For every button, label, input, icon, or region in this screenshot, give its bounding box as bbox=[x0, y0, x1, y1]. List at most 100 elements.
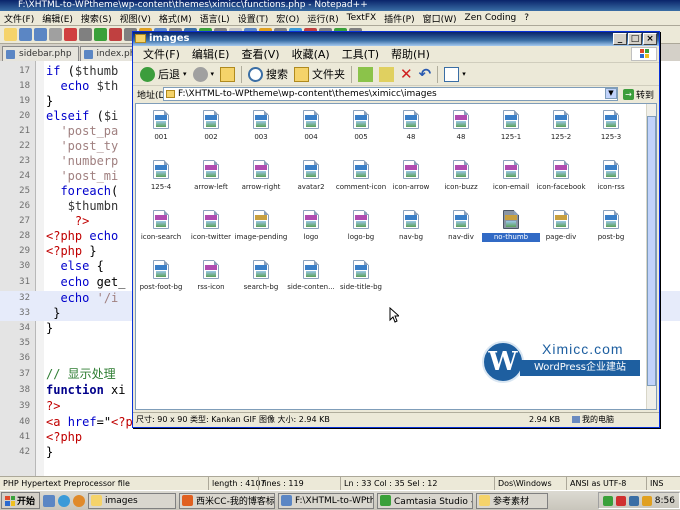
thumbnail-picture bbox=[406, 171, 416, 177]
minimize-button[interactable]: _ bbox=[613, 33, 627, 45]
notepad-menu-item[interactable]: 视图(V) bbox=[116, 12, 155, 25]
taskbar-task-button[interactable]: images bbox=[88, 492, 177, 509]
start-button[interactable]: 开始 bbox=[1, 492, 41, 509]
explorer-menu-item[interactable]: 查看(V) bbox=[235, 46, 285, 62]
notepad-menu-item[interactable]: 运行(R) bbox=[303, 12, 342, 25]
toolbar-button-icon[interactable] bbox=[64, 28, 77, 41]
scrollbar-thumb[interactable] bbox=[647, 116, 656, 386]
thumbnail-picture bbox=[456, 121, 466, 127]
taskbar-task-button[interactable]: Camtasia Studio - 无... bbox=[377, 492, 474, 509]
thumbnail-picture bbox=[606, 121, 616, 127]
move-to-icon bbox=[358, 66, 374, 82]
task-app-icon bbox=[380, 495, 392, 506]
notepad-menu-item[interactable]: TextFX bbox=[343, 13, 381, 23]
thumbnail-picture bbox=[606, 221, 616, 227]
toolbar-button-icon[interactable] bbox=[49, 28, 62, 41]
notepad-menu-item[interactable]: 语言(L) bbox=[196, 12, 234, 25]
move-to-button[interactable] bbox=[355, 64, 376, 84]
go-label: 转到 bbox=[636, 90, 655, 101]
folder-icon bbox=[135, 34, 146, 43]
code-line[interactable]: 42} bbox=[0, 445, 680, 460]
explorer-menu-item[interactable]: 文件(F) bbox=[137, 46, 186, 62]
taskbar-task-button[interactable]: F:\XHTML-to-WPthem... bbox=[278, 492, 375, 509]
file-name: icon-rss bbox=[597, 183, 625, 191]
file-type-badge bbox=[255, 265, 267, 270]
file-item[interactable]: 125-3 bbox=[582, 108, 640, 154]
address-dropdown-button[interactable]: ▼ bbox=[605, 88, 617, 99]
chevron-down-icon[interactable]: ▾ bbox=[183, 70, 187, 78]
notepad-menu-item[interactable]: 宏(O) bbox=[272, 12, 303, 25]
chevron-down-icon[interactable]: ▾ bbox=[211, 70, 215, 78]
notepad-title-bar[interactable]: F:\XHTML-to-WPtheme\wp-content\themes\xi… bbox=[0, 0, 680, 11]
vertical-scrollbar[interactable] bbox=[646, 104, 656, 409]
explorer-menu-item[interactable]: 帮助(H) bbox=[385, 46, 436, 62]
forward-button[interactable]: ▾ bbox=[190, 64, 218, 84]
go-button[interactable]: → 转到 bbox=[623, 87, 654, 101]
notepad-menu-item[interactable]: 搜索(S) bbox=[77, 12, 116, 25]
maximize-button[interactable]: □ bbox=[628, 33, 642, 45]
notepad-menu-item[interactable]: 插件(P) bbox=[380, 12, 418, 25]
toolbar-button-icon[interactable] bbox=[79, 28, 92, 41]
folders-button[interactable]: 文件夹 bbox=[291, 64, 348, 84]
desktop-screen: F:\XHTML-to-WPtheme\wp-content\themes\xi… bbox=[0, 0, 680, 510]
toolbar-button-icon[interactable] bbox=[109, 28, 122, 41]
undo-button[interactable]: ↶ bbox=[416, 64, 435, 84]
undo-icon: ↶ bbox=[418, 64, 432, 83]
line-number: 29 bbox=[19, 246, 30, 256]
toolbar-button-icon[interactable] bbox=[4, 28, 17, 41]
quick-launch-firefox-icon[interactable] bbox=[73, 494, 86, 507]
file-name: post-bg bbox=[597, 233, 625, 241]
explorer-title-bar[interactable]: images _ □ × bbox=[133, 32, 659, 46]
image-file-icon bbox=[303, 210, 319, 229]
notepad-menu-item[interactable]: 格式(M) bbox=[155, 12, 196, 25]
file-item[interactable]: post-bg bbox=[582, 208, 640, 254]
delete-button[interactable]: ✕ bbox=[397, 64, 416, 84]
tray-volume-icon[interactable] bbox=[628, 495, 639, 506]
taskbar-task-button[interactable]: 西米CC-我的博客标... bbox=[179, 492, 276, 509]
quick-launch-desktop-icon[interactable] bbox=[43, 494, 56, 507]
close-button[interactable]: × bbox=[643, 33, 657, 45]
quick-launch-ie-icon[interactable] bbox=[58, 494, 71, 507]
thumbnail-picture bbox=[156, 171, 166, 177]
address-input[interactable]: F:\XHTML-to-WPtheme\wp-content\themes\xi… bbox=[163, 87, 618, 101]
tray-antivirus-icon[interactable] bbox=[615, 495, 626, 506]
notepad-menu-item[interactable]: 窗口(W) bbox=[419, 12, 461, 25]
file-item[interactable]: icon-rss bbox=[582, 158, 640, 204]
explorer-menu-item[interactable]: 编辑(E) bbox=[186, 46, 236, 62]
file-type-badge bbox=[605, 215, 617, 220]
toolbar-button-icon[interactable] bbox=[34, 28, 47, 41]
code-text: // 显示处理 bbox=[46, 367, 116, 381]
image-file-icon bbox=[153, 210, 169, 229]
thumbnail-picture bbox=[256, 271, 266, 277]
code-text: ?> bbox=[74, 214, 90, 228]
line-number: 20 bbox=[19, 111, 30, 121]
notepad-menu-item[interactable]: 编辑(E) bbox=[38, 12, 77, 25]
copy-to-button[interactable] bbox=[376, 64, 397, 84]
file-type-badge bbox=[605, 165, 617, 170]
back-button[interactable]: 后退 ▾ bbox=[137, 64, 190, 84]
notepad-menu-item[interactable]: 设置(T) bbox=[234, 12, 273, 25]
thumbnail-picture bbox=[306, 171, 316, 177]
file-type-badge bbox=[155, 115, 167, 120]
tray-ime-icon[interactable] bbox=[641, 495, 652, 506]
notepad-menu-item[interactable]: 文件(F) bbox=[0, 12, 38, 25]
up-folder-button[interactable] bbox=[217, 64, 238, 84]
file-tab[interactable]: sidebar.php bbox=[2, 46, 79, 61]
chevron-down-icon[interactable]: ▾ bbox=[462, 70, 466, 78]
file-item[interactable]: side-title-bg bbox=[332, 258, 390, 304]
explorer-status-bar: 尺寸: 90 x 90 类型: Kankan GIF 图像 大小: 2.94 K… bbox=[133, 412, 659, 427]
toolbar-button-icon[interactable] bbox=[19, 28, 32, 41]
code-text: 'numberp bbox=[60, 154, 119, 168]
explorer-menu-item[interactable]: 收藏(A) bbox=[286, 46, 336, 62]
explorer-menu-item[interactable]: 工具(T) bbox=[336, 46, 385, 62]
notepad-menu-item[interactable]: ? bbox=[520, 13, 533, 23]
tray-network-icon[interactable] bbox=[602, 495, 613, 506]
taskbar-task-button[interactable]: 参考素材 bbox=[476, 492, 549, 509]
thumbnail-picture bbox=[556, 121, 566, 127]
thumbnail-picture bbox=[356, 271, 366, 277]
toolbar-button-icon[interactable] bbox=[94, 28, 107, 41]
notepad-menu-item[interactable]: Zen Coding bbox=[461, 13, 521, 23]
views-button[interactable]: ▾ bbox=[441, 64, 469, 84]
search-button[interactable]: 搜索 bbox=[245, 64, 291, 84]
code-line[interactable]: 41 <?php bbox=[0, 430, 680, 445]
